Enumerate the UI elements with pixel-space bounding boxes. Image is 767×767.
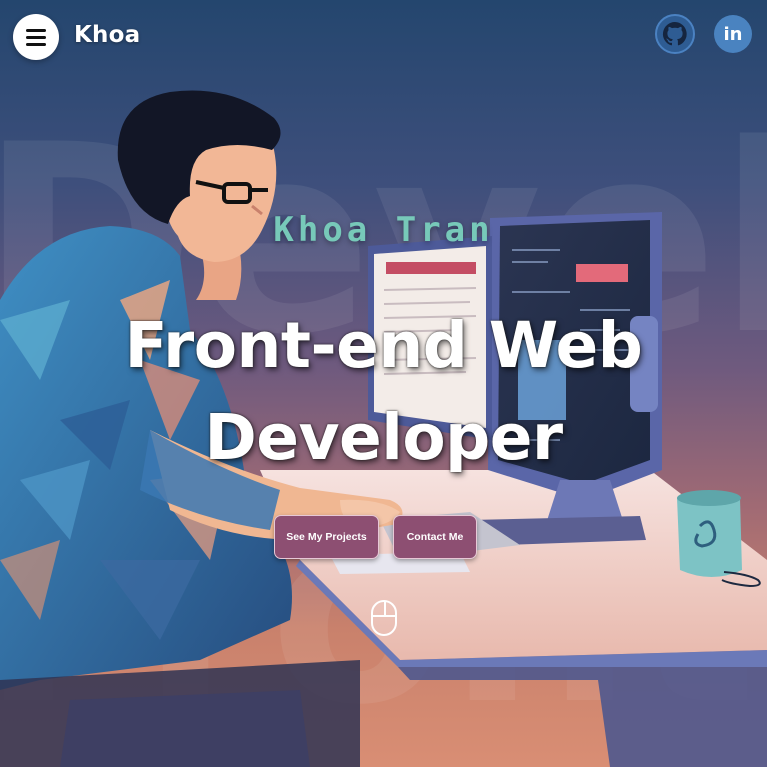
- site-header: Khoa in: [0, 0, 767, 76]
- hero-title-line-2: Developer: [204, 401, 563, 474]
- hero-title-line-1: Front-end Web: [124, 309, 643, 382]
- hamburger-menu-icon: [26, 29, 46, 32]
- github-link[interactable]: [655, 14, 695, 54]
- hero-name: Khoa Tran: [273, 210, 494, 250]
- contact-me-button[interactable]: Contact Me: [393, 515, 477, 559]
- linkedin-icon: in: [714, 15, 752, 53]
- menu-button[interactable]: [13, 14, 59, 60]
- see-projects-button[interactable]: See My Projects: [274, 515, 379, 559]
- linkedin-icon-label: in: [724, 24, 743, 45]
- hero-title: Front-end Web Developer: [0, 300, 767, 484]
- mouse-scroll-icon[interactable]: [371, 600, 397, 636]
- linkedin-link[interactable]: in: [713, 14, 753, 54]
- brand-name[interactable]: Khoa: [74, 22, 140, 48]
- github-icon: [655, 14, 695, 54]
